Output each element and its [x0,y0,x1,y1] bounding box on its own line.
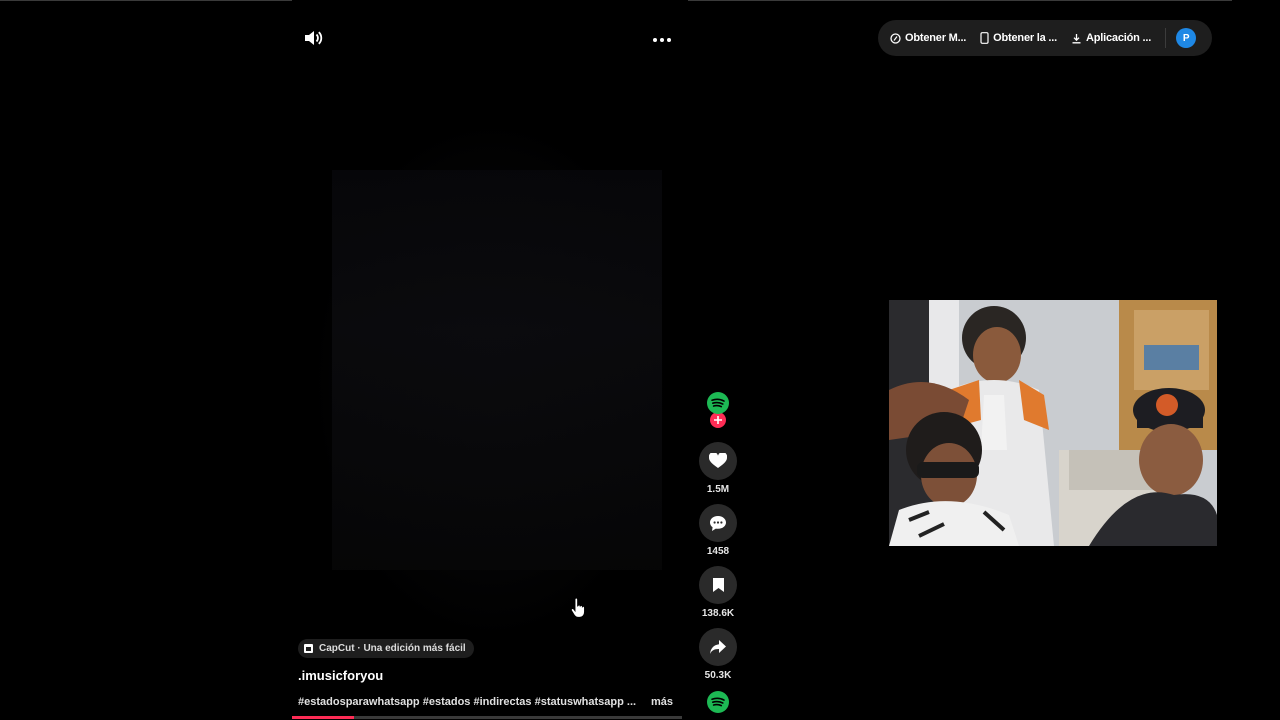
download-app-label: Aplicación ... [1086,32,1152,44]
get-app-link[interactable]: Obtener la ... [980,32,1057,44]
video-description: #estadosparawhatsapp #estados #indirecta… [298,696,637,708]
get-coins-link[interactable]: Obtener M... [890,32,966,44]
music-disc[interactable] [707,691,729,713]
bookmark-icon [712,578,724,592]
plus-icon [714,416,722,424]
webcam-overlay [889,300,1217,546]
download-app-link[interactable]: Aplicación ... [1071,32,1151,44]
heart-icon [709,453,727,468]
like-count: 1.5M [706,484,730,495]
comment-button[interactable] [699,504,737,542]
get-coins-label: Obtener M... [905,32,967,44]
share-arrow-icon [710,640,726,654]
like-button[interactable] [699,442,737,480]
share-button[interactable] [699,628,737,666]
more-link[interactable]: más [651,696,673,708]
follow-button[interactable] [710,412,726,428]
video-progress-bar[interactable] [292,716,682,719]
volume-button[interactable] [300,26,326,50]
ellipsis-icon [652,29,673,47]
webcam-image [889,300,1217,546]
video-progress-fill [292,716,355,719]
download-icon [1072,33,1081,43]
top-actions-pill: Obtener M... Obtener la ... Aplicación .… [878,20,1212,56]
comment-count: 1458 [706,546,730,557]
save-button[interactable] [699,566,737,604]
pill-divider [1165,28,1167,48]
video-frame-dark [332,170,662,570]
video-player[interactable] [292,0,688,720]
capcut-anchor[interactable]: CapCut · Una edición más fácil [298,639,474,658]
capcut-icon [304,644,313,653]
share-count: 50.3K [704,670,732,681]
more-options-button[interactable] [648,26,676,50]
comment-icon [710,515,726,531]
hand-cursor-icon [570,597,585,623]
creator-avatar[interactable] [707,392,729,414]
action-rail: 1.5M 1458 138.6K 50.3K [698,392,738,713]
capcut-label: CapCut · Una edición más fácil [319,643,466,654]
spotify-icon [707,392,729,414]
get-app-label: Obtener la ... [993,32,1058,44]
speaker-icon [305,31,323,45]
author-username[interactable]: .imusicforyou [298,668,383,683]
save-count: 138.6K [701,608,735,619]
spotify-icon [707,691,729,713]
profile-avatar[interactable]: P [1176,28,1197,48]
phone-icon [980,32,989,44]
coin-icon [890,32,901,44]
